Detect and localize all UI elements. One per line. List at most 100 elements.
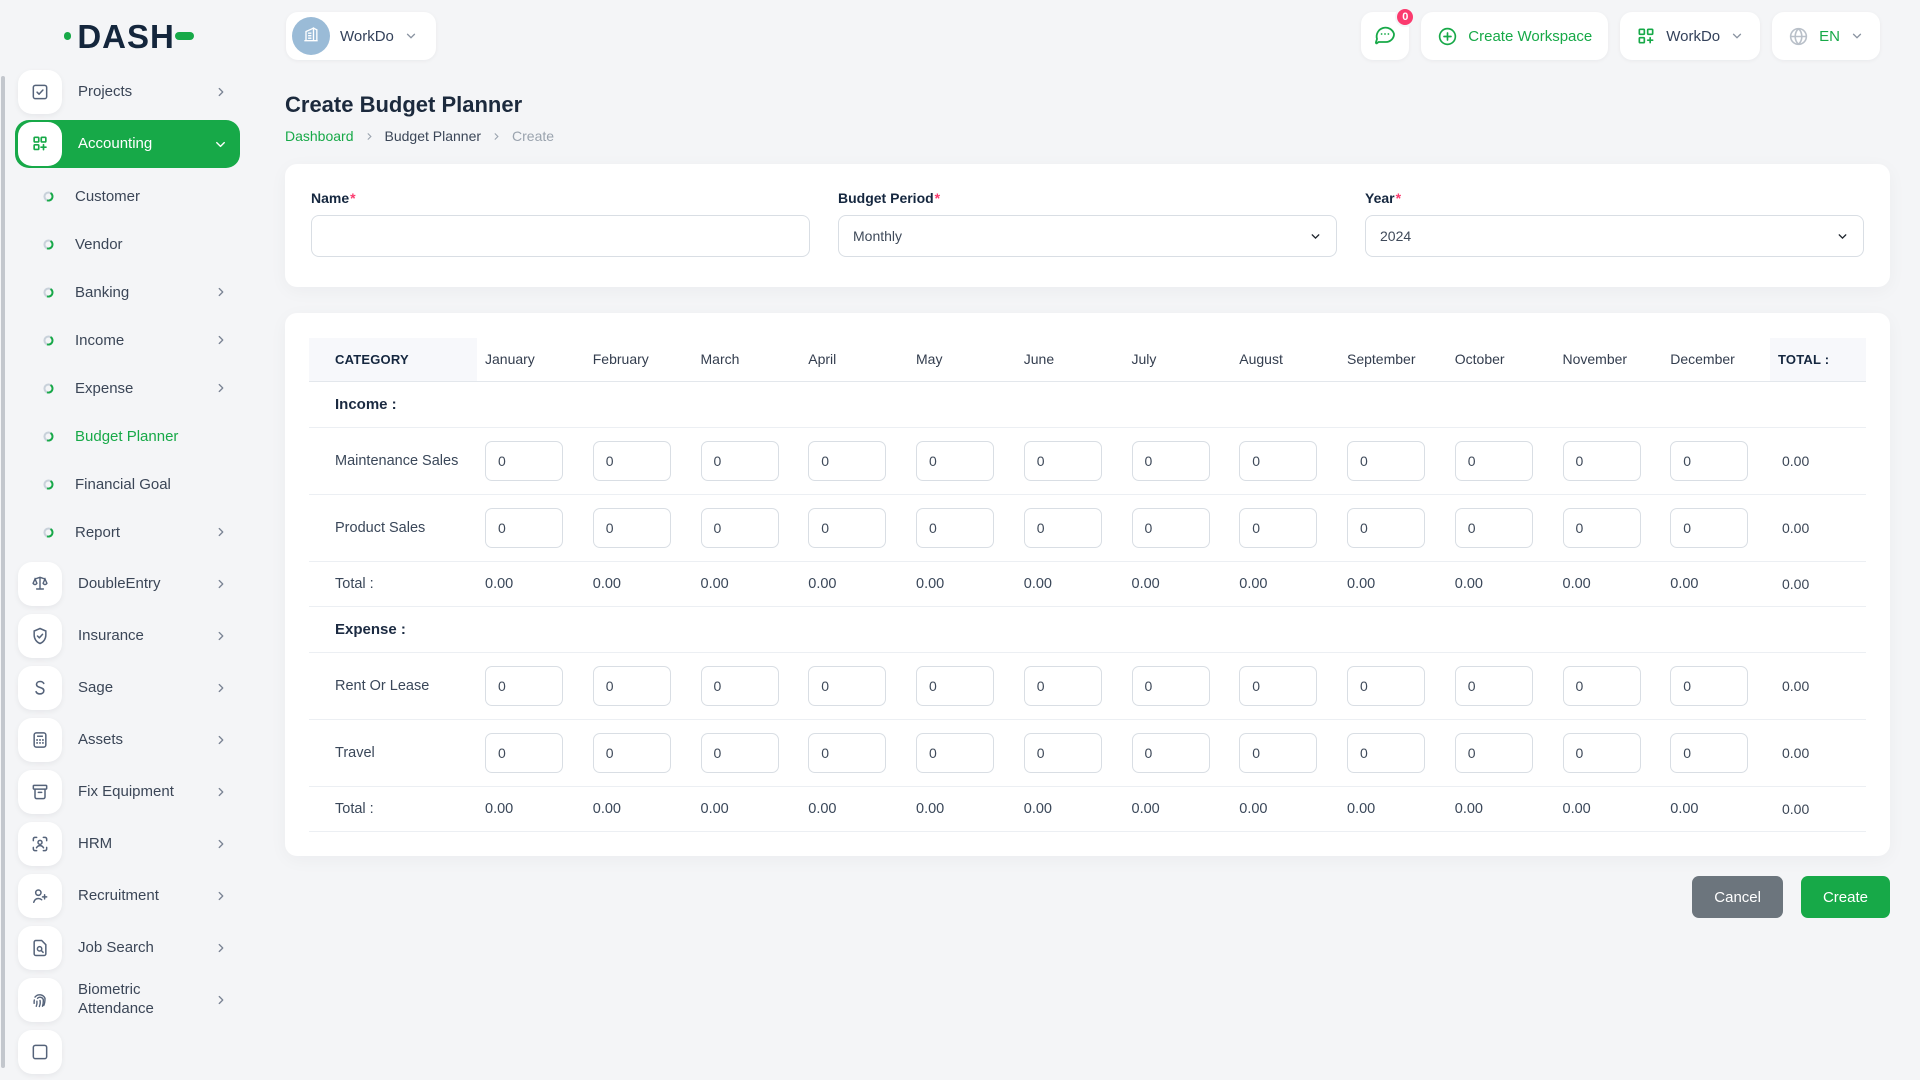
travel-october-input[interactable] xyxy=(1454,733,1533,773)
product-sales-july-input[interactable] xyxy=(1131,508,1210,548)
budget-period-select[interactable]: Monthly xyxy=(838,215,1337,257)
breadcrumb-dashboard-link[interactable]: Dashboard xyxy=(285,128,354,144)
app-switcher-dropdown[interactable]: WorkDo xyxy=(1620,12,1761,60)
rent-or-lease-june-input[interactable] xyxy=(1023,666,1102,706)
sidebar-item-report[interactable]: Report xyxy=(15,508,240,556)
total-september: 0.00 xyxy=(1347,576,1376,592)
month-column-header-december: December xyxy=(1670,351,1735,367)
total-row-expense: Total : 0.00 0.00 0.00 0.00 0.00 0.00 0.00 0.00 0… xyxy=(309,787,1866,832)
budget-period-field: Budget Period* Monthly xyxy=(838,190,1337,257)
travel-july-input[interactable] xyxy=(1131,733,1210,773)
rent-or-lease-november-input[interactable] xyxy=(1562,666,1641,706)
product-sales-october-input[interactable] xyxy=(1454,508,1533,548)
sidebar-item-banking[interactable]: Banking xyxy=(15,268,240,316)
product-sales-september-input[interactable] xyxy=(1347,508,1425,548)
maintenance-sales-february-input[interactable] xyxy=(592,441,671,481)
messages-button[interactable]: 0 xyxy=(1361,7,1416,60)
sidebar-item-hrm[interactable]: HRM xyxy=(15,820,240,868)
sidebar-item-expense[interactable]: Expense xyxy=(15,364,240,412)
travel-august-input[interactable] xyxy=(1239,733,1318,773)
sidebar-item-label: Insurance xyxy=(78,626,144,644)
cell xyxy=(1447,733,1555,773)
travel-december-input[interactable] xyxy=(1670,733,1749,773)
maintenance-sales-september-input[interactable] xyxy=(1347,441,1425,481)
rent-or-lease-january-input[interactable] xyxy=(485,666,563,706)
cell xyxy=(908,508,1016,548)
maintenance-sales-may-input[interactable] xyxy=(916,441,994,481)
product-sales-may-input[interactable] xyxy=(916,508,994,548)
sidebar-item-job-search[interactable]: Job Search xyxy=(15,924,240,972)
file-search-icon xyxy=(18,926,62,970)
sidebar-item-label: Assets xyxy=(78,730,124,748)
rent-or-lease-december-input[interactable] xyxy=(1670,666,1749,706)
maintenance-sales-january-input[interactable] xyxy=(485,441,563,481)
maintenance-sales-june-input[interactable] xyxy=(1023,441,1102,481)
maintenance-sales-october-input[interactable] xyxy=(1454,441,1533,481)
sidebar-item-budget-planner[interactable]: Budget Planner xyxy=(15,412,240,460)
rent-or-lease-february-input[interactable] xyxy=(592,666,671,706)
sidebar-item-vendor[interactable]: Vendor xyxy=(15,220,240,268)
cell xyxy=(1555,666,1663,706)
travel-march-input[interactable] xyxy=(700,733,779,773)
cell xyxy=(585,441,693,481)
sidebar-item-insurance[interactable]: Insurance xyxy=(15,612,240,660)
sidebar-item-sage[interactable]: Sage xyxy=(15,664,240,712)
rent-or-lease-may-input[interactable] xyxy=(916,666,994,706)
sidebar-item-accounting[interactable]: Accounting xyxy=(15,120,240,168)
cell xyxy=(1555,441,1663,481)
product-sales-march-input[interactable] xyxy=(700,508,779,548)
product-sales-april-input[interactable] xyxy=(808,508,887,548)
cell xyxy=(1555,508,1663,548)
product-sales-august-input[interactable] xyxy=(1239,508,1318,548)
rent-or-lease-august-input[interactable] xyxy=(1239,666,1318,706)
travel-april-input[interactable] xyxy=(808,733,887,773)
create-button[interactable]: Create xyxy=(1800,876,1890,918)
travel-june-input[interactable] xyxy=(1023,733,1102,773)
maintenance-sales-december-input[interactable] xyxy=(1670,441,1749,481)
sidebar-item-assets[interactable]: Assets xyxy=(15,716,240,764)
maintenance-sales-april-input[interactable] xyxy=(808,441,887,481)
language-dropdown[interactable]: EN xyxy=(1772,12,1880,60)
fingerprint-icon xyxy=(18,978,62,1022)
chevron-right-icon xyxy=(214,285,228,299)
travel-september-input[interactable] xyxy=(1347,733,1425,773)
rent-or-lease-april-input[interactable] xyxy=(808,666,887,706)
name-input[interactable] xyxy=(311,215,810,257)
sidebar-item-customer[interactable]: Customer xyxy=(15,172,240,220)
product-sales-january-input[interactable] xyxy=(485,508,563,548)
sidebar-item-biometric-attendance[interactable]: Biometric Attendance xyxy=(15,976,240,1024)
sidebar-item-financial-goal[interactable]: Financial Goal xyxy=(15,460,240,508)
travel-may-input[interactable] xyxy=(916,733,994,773)
sidebar-item-projects[interactable]: Projects xyxy=(15,68,240,116)
travel-january-input[interactable] xyxy=(485,733,563,773)
sidebar-item-income[interactable]: Income xyxy=(15,316,240,364)
product-sales-february-input[interactable] xyxy=(592,508,671,548)
maintenance-sales-august-input[interactable] xyxy=(1239,441,1318,481)
sidebar-item-label: Expense xyxy=(75,379,134,397)
product-sales-june-input[interactable] xyxy=(1023,508,1102,548)
maintenance-sales-july-input[interactable] xyxy=(1131,441,1210,481)
cancel-button[interactable]: Cancel xyxy=(1692,876,1783,918)
sidebar-item-recruitment[interactable]: Recruitment xyxy=(15,872,240,920)
workspace-selector[interactable]: WorkDo xyxy=(286,12,436,60)
product-sales-december-input[interactable] xyxy=(1670,508,1749,548)
cell xyxy=(908,441,1016,481)
travel-february-input[interactable] xyxy=(592,733,671,773)
sidebar-scrollbar[interactable] xyxy=(1,76,5,1068)
year-select[interactable]: 2024 xyxy=(1365,215,1864,257)
product-sales-november-input[interactable] xyxy=(1562,508,1641,548)
travel-november-input[interactable] xyxy=(1562,733,1641,773)
sidebar-item-doubleentry[interactable]: DoubleEntry xyxy=(15,560,240,608)
create-workspace-button[interactable]: Create Workspace xyxy=(1421,12,1609,60)
sidebar-item-partial[interactable] xyxy=(15,1028,240,1076)
breadcrumb-budget-planner-link[interactable]: Budget Planner xyxy=(385,128,482,144)
maintenance-sales-march-input[interactable] xyxy=(700,441,779,481)
rent-or-lease-march-input[interactable] xyxy=(700,666,779,706)
rent-or-lease-october-input[interactable] xyxy=(1454,666,1533,706)
rent-or-lease-july-input[interactable] xyxy=(1131,666,1210,706)
rent-or-lease-september-input[interactable] xyxy=(1347,666,1425,706)
sidebar-item-fix-equipment[interactable]: Fix Equipment xyxy=(15,768,240,816)
brand-logo[interactable]: DASH xyxy=(64,20,194,53)
row-label: Rent Or Lease xyxy=(335,678,430,694)
maintenance-sales-november-input[interactable] xyxy=(1562,441,1641,481)
